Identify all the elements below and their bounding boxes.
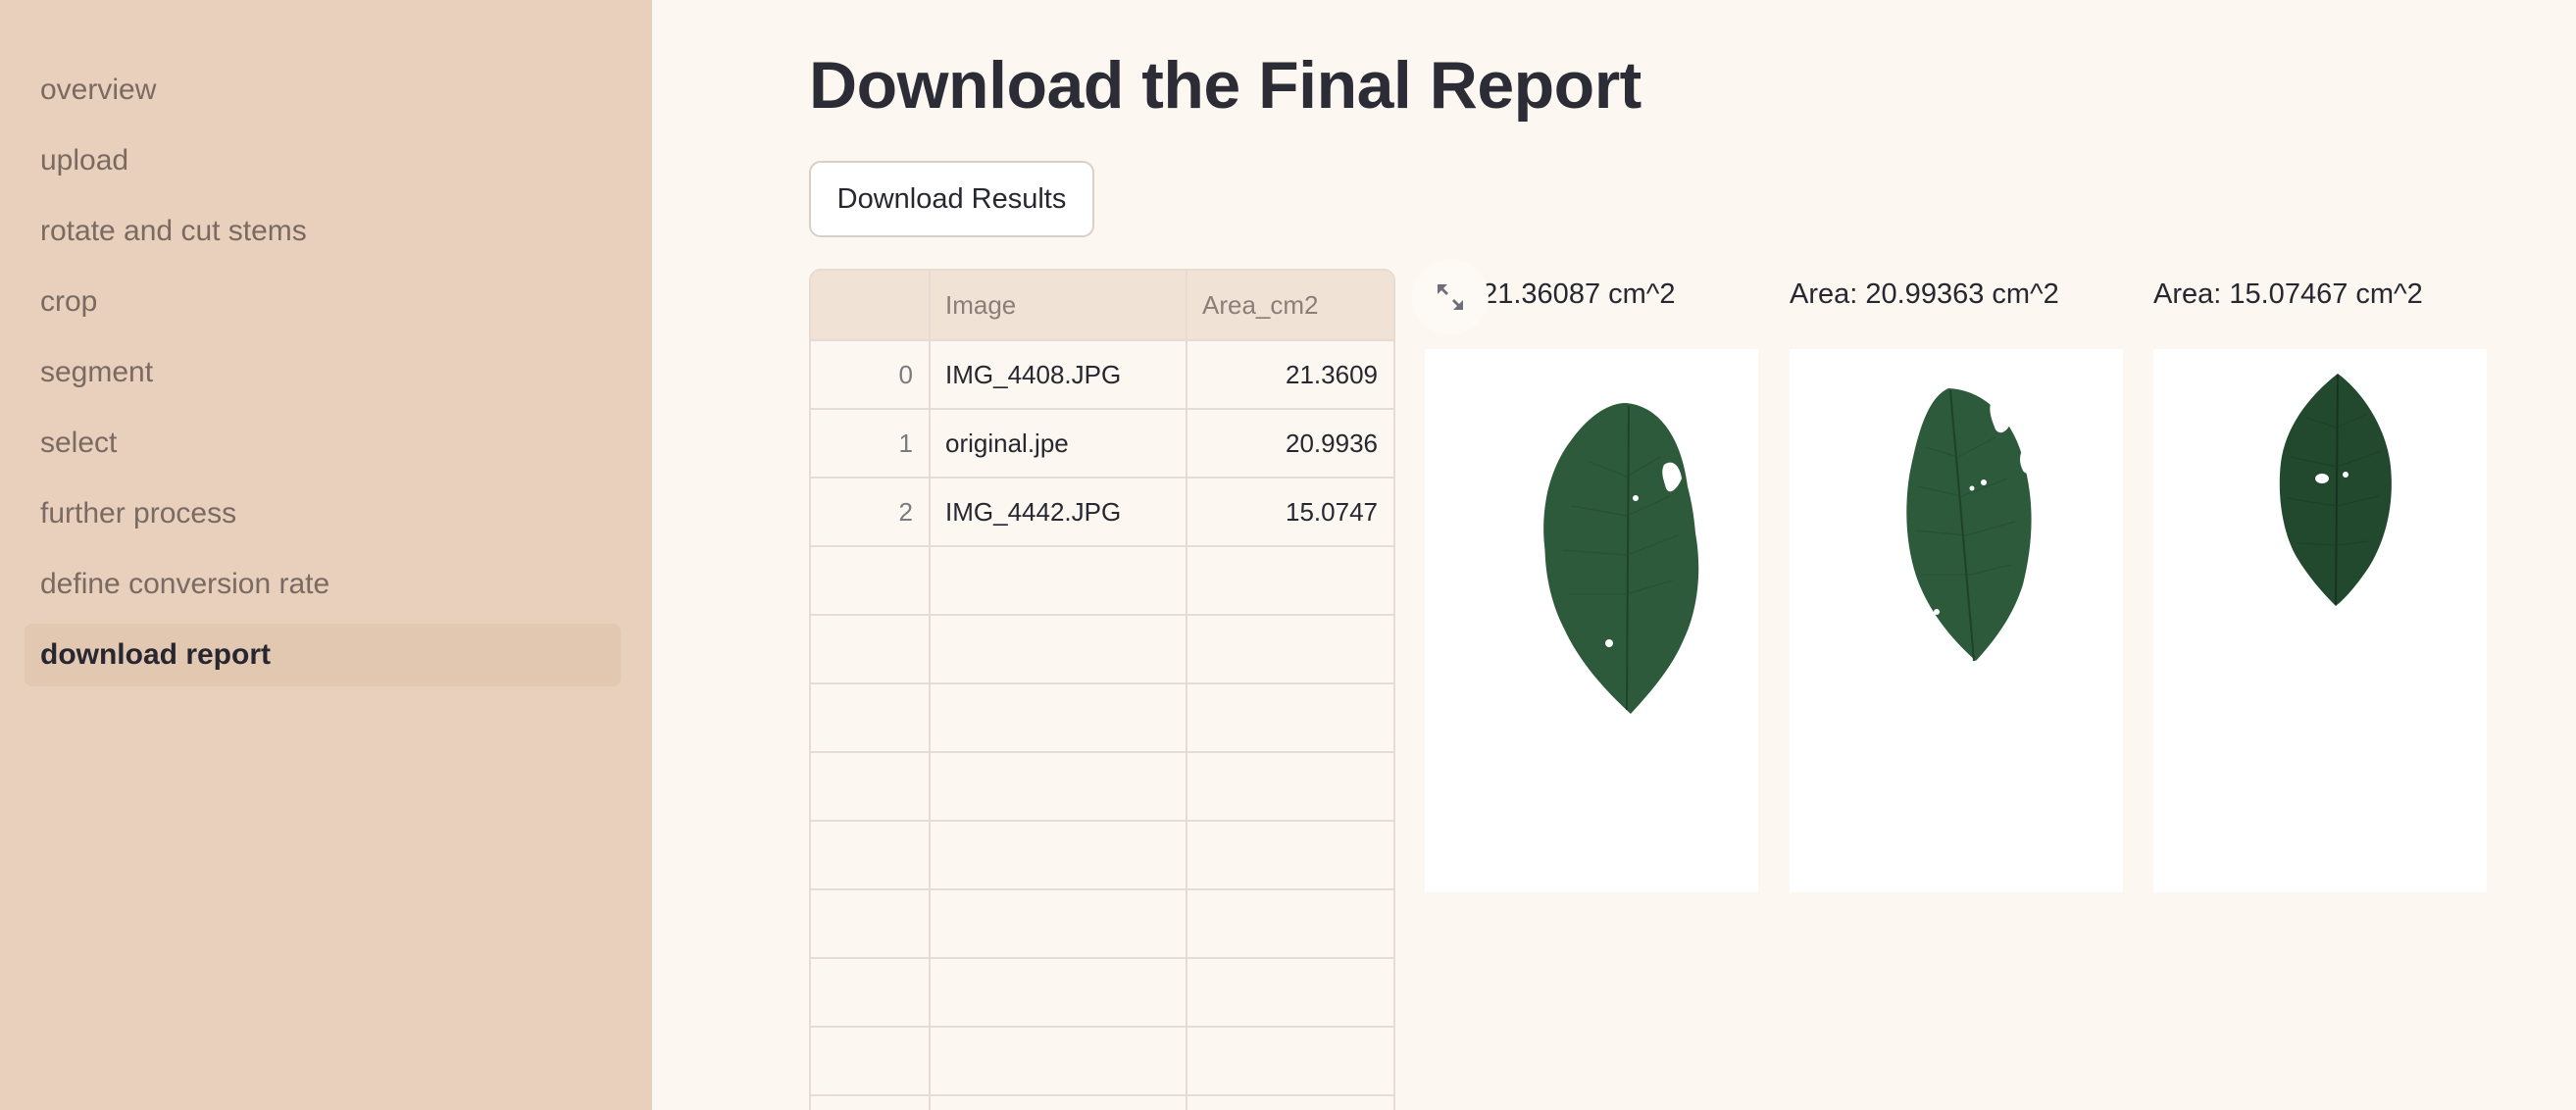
table-empty-row	[811, 616, 1393, 684]
table-empty-cell	[931, 822, 1187, 888]
table-cell-image[interactable]: IMG_4442.JPG	[931, 479, 1187, 545]
table-empty-cell	[931, 959, 1187, 1026]
sidebar-item-label: upload	[40, 144, 129, 177]
results-table[interactable]: Image Area_cm2 0 IMG_4408.JPG 21.3609 1 …	[809, 269, 1395, 1110]
table-empty-cell	[811, 822, 931, 888]
table-empty-cell	[811, 1096, 931, 1110]
table-cell-index: 0	[811, 341, 931, 408]
table-empty-cell	[931, 1096, 1187, 1110]
table-empty-cell	[931, 547, 1187, 614]
table-cell-image[interactable]: IMG_4408.JPG	[931, 341, 1187, 408]
table-empty-cell	[811, 616, 931, 682]
sidebar-item-label: overview	[40, 74, 157, 106]
table-empty-cell	[1187, 959, 1393, 1026]
gallery-caption: Area: 15.07467 cm^2	[2153, 278, 2423, 310]
table-header-row: Image Area_cm2	[811, 271, 1393, 341]
table-empty-cell	[1187, 547, 1393, 614]
table-empty-cell	[931, 753, 1187, 820]
table-empty-cell	[1187, 684, 1393, 751]
table-empty-row	[811, 1096, 1393, 1110]
table-empty-cell	[1187, 822, 1393, 888]
table-empty-row	[811, 684, 1393, 753]
sidebar-nav: overview upload rotate and cut stems cro…	[25, 59, 621, 694]
sidebar-item-label: define conversion rate	[40, 568, 330, 600]
table-header-area[interactable]: Area_cm2	[1187, 271, 1393, 339]
gallery-card: Area: 20.99363 cm^2	[1790, 265, 2123, 892]
table-cell-image[interactable]: original.jpe	[931, 410, 1187, 477]
table-empty-cell	[811, 753, 931, 820]
table-empty-cell	[931, 890, 1187, 957]
table-empty-row	[811, 959, 1393, 1028]
table-empty-row	[811, 890, 1393, 959]
table-empty-cell	[811, 684, 931, 751]
table-empty-cell	[811, 1028, 931, 1094]
fullscreen-button[interactable]	[1412, 259, 1489, 335]
table-cell-area[interactable]: 20.9936	[1187, 410, 1393, 477]
table-empty-cell	[1187, 616, 1393, 682]
sidebar-item-define-conversion-rate[interactable]: define conversion rate	[25, 553, 621, 616]
table-empty-cell	[1187, 890, 1393, 957]
sidebar-item-further-process[interactable]: further process	[25, 482, 621, 545]
sidebar-item-crop[interactable]: crop	[25, 271, 621, 333]
table-empty-row	[811, 822, 1393, 890]
table-empty-cell	[931, 684, 1187, 751]
table-empty-cell	[811, 547, 931, 614]
table-empty-cell	[811, 959, 931, 1026]
leaf-svg	[1906, 388, 2039, 662]
sidebar-item-label: segment	[40, 356, 154, 388]
table-empty-cell	[931, 1028, 1187, 1094]
expand-icon	[1438, 284, 1463, 310]
table-empty-cell	[1187, 753, 1393, 820]
sidebar-item-label: further process	[40, 497, 237, 530]
sidebar-item-segment[interactable]: segment	[25, 341, 621, 404]
table-cell-area[interactable]: 21.3609	[1187, 341, 1393, 408]
sidebar-item-label: rotate and cut stems	[40, 215, 307, 247]
table-empty-row	[811, 547, 1393, 616]
leaf-svg	[1543, 403, 1699, 714]
table-empty-row	[811, 1028, 1393, 1096]
sidebar-item-label: crop	[40, 285, 98, 318]
sidebar: overview upload rotate and cut stems cro…	[0, 0, 652, 1110]
main-content: Download the Final Report Download Resul…	[652, 0, 2576, 1110]
table-empty-cell	[811, 890, 931, 957]
sidebar-item-upload[interactable]: upload	[25, 129, 621, 192]
table-row[interactable]: 2 IMG_4442.JPG 15.0747	[811, 479, 1393, 547]
leaf-svg	[2279, 374, 2392, 606]
sidebar-item-rotate-and-cut-stems[interactable]: rotate and cut stems	[25, 200, 621, 263]
leaf-image[interactable]	[1790, 349, 2123, 892]
table-header-index	[811, 271, 931, 339]
sidebar-item-overview[interactable]: overview	[25, 59, 621, 122]
table-empty-row	[811, 753, 1393, 822]
sidebar-item-select[interactable]: select	[25, 412, 621, 475]
download-results-button[interactable]: Download Results	[809, 161, 1094, 237]
gallery-caption: Area: 20.99363 cm^2	[1790, 278, 2059, 310]
leaf-image[interactable]	[1425, 349, 1758, 892]
gallery-card: Area: 15.07467 cm^2	[2153, 265, 2487, 892]
sidebar-item-label: download report	[40, 638, 271, 671]
table-header-image[interactable]: Image	[931, 271, 1187, 339]
leaf-image[interactable]	[2153, 349, 2487, 892]
leaf-shape	[1906, 388, 2032, 661]
table-empty-cell	[931, 616, 1187, 682]
table-empty-cell	[1187, 1096, 1393, 1110]
table-empty-cell	[1187, 1028, 1393, 1094]
table-row[interactable]: 1 original.jpe 20.9936	[811, 410, 1393, 479]
table-cell-index: 2	[811, 479, 931, 545]
sidebar-item-label: select	[40, 427, 118, 459]
table-cell-index: 1	[811, 410, 931, 477]
sidebar-item-download-report[interactable]: download report	[25, 624, 621, 686]
table-row[interactable]: 0 IMG_4408.JPG 21.3609	[811, 341, 1393, 410]
table-cell-area[interactable]: 15.0747	[1187, 479, 1393, 545]
page-title: Download the Final Report	[809, 48, 1642, 123]
